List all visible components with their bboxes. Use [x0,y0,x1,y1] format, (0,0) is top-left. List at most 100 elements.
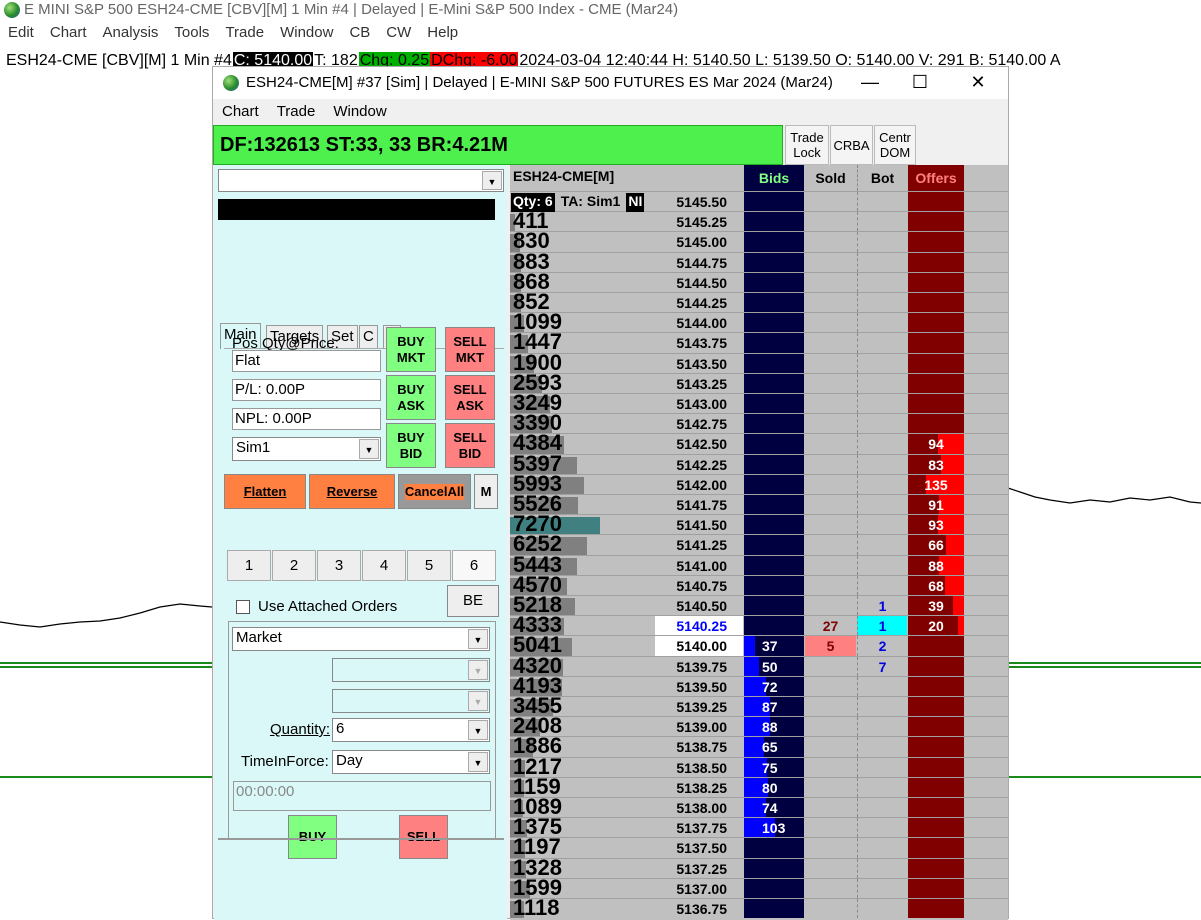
offer-cell[interactable] [908,717,964,737]
bid-cell[interactable] [744,373,804,393]
center-dom-button[interactable]: Centr DOM [874,125,916,165]
trade-lock-button[interactable]: Trade Lock [785,125,829,165]
bid-cell[interactable] [744,515,804,535]
price-cell[interactable]: 5137.50 [655,838,743,857]
offer-cell[interactable] [908,878,964,898]
bid-cell[interactable] [744,616,804,636]
bid-cell[interactable] [744,353,804,373]
qty-preset-4[interactable]: 4 [362,550,406,581]
offer-cell[interactable]: 88 [908,555,964,575]
offer-cell[interactable]: 91 [908,495,964,515]
bid-cell[interactable] [744,575,804,595]
dom-menu-window[interactable]: Window [324,101,395,125]
offer-cell[interactable] [908,899,964,919]
bid-cell[interactable]: 74 [744,798,804,818]
maximize-button[interactable]: ☐ [897,67,943,99]
bid-cell[interactable] [744,495,804,515]
bid-cell[interactable] [744,555,804,575]
qty-preset-2[interactable]: 2 [272,550,316,581]
bid-cell[interactable] [744,434,804,454]
offer-cell[interactable] [908,212,964,232]
depth-of-market-ladder[interactable]: ESH24-CME[M] Bids Sold Bot Offers 5145.5… [510,165,1008,920]
offer-cell[interactable] [908,192,964,212]
price-cell[interactable]: 5138.50 [655,758,743,777]
offer-cell[interactable] [908,394,964,414]
price-cell[interactable]: 5138.00 [655,798,743,817]
price-cell[interactable]: 5145.50 [655,192,743,211]
offer-cell[interactable] [908,858,964,878]
offer-cell[interactable] [908,798,964,818]
symbol-select[interactable]: ▼ [218,169,504,192]
price-cell[interactable]: 5136.75 [655,899,743,918]
offer-cell[interactable]: 20 [908,616,964,636]
price-cell[interactable]: 5145.00 [655,232,743,251]
bid-cell[interactable] [744,878,804,898]
offer-cell[interactable] [908,757,964,777]
price-cell[interactable]: 5137.25 [655,859,743,878]
buy-ask-button[interactable]: BUY ASK [386,375,436,420]
bid-cell[interactable]: 103 [744,818,804,838]
offer-cell[interactable] [908,313,964,333]
sell-button[interactable]: SELL [399,815,448,859]
offer-cell[interactable]: 135 [908,474,964,494]
sell-bid-button[interactable]: SELL BID [445,423,495,468]
buy-market-button[interactable]: BUY MKT [386,327,436,372]
price2-select[interactable]: ▼ [332,689,490,713]
buy-bid-button[interactable]: BUY BID [386,423,436,468]
minimize-button[interactable]: — [847,67,893,99]
price-cell[interactable]: 5137.75 [655,818,743,837]
price-cell[interactable]: 5139.75 [655,657,743,676]
offer-cell[interactable] [908,333,964,353]
offer-cell[interactable]: 93 [908,515,964,535]
bid-cell[interactable]: 37 [744,636,804,656]
bid-cell[interactable]: 87 [744,697,804,717]
price-select[interactable]: ▼ [332,658,490,682]
bid-cell[interactable] [744,858,804,878]
price-cell[interactable]: 5140.25 [655,616,743,636]
price-cell[interactable]: 5144.00 [655,313,743,332]
offer-cell[interactable] [908,636,964,656]
bid-cell[interactable] [744,394,804,414]
m-button[interactable]: M [474,474,498,509]
bid-cell[interactable]: 65 [744,737,804,757]
bid-cell[interactable] [744,232,804,252]
bid-cell[interactable] [744,313,804,333]
time-field[interactable]: 00:00:00 [233,781,491,811]
bid-cell[interactable] [744,596,804,616]
offer-cell[interactable] [908,232,964,252]
offer-cell[interactable] [908,272,964,292]
price-cell[interactable]: 5143.75 [655,333,743,352]
bid-cell[interactable]: 72 [744,676,804,696]
sell-market-button[interactable]: SELL MKT [445,327,495,372]
qty-preset-6[interactable]: 6 [452,550,496,581]
price-cell[interactable]: 5139.50 [655,677,743,696]
price-cell[interactable]: 5145.25 [655,212,743,231]
attached-orders-checkbox[interactable] [236,600,250,614]
offer-cell[interactable] [908,777,964,797]
price-cell[interactable]: 5142.50 [655,434,743,453]
price-cell[interactable]: 5142.75 [655,414,743,433]
tif-select[interactable]: Day ▼ [332,750,490,774]
offer-cell[interactable] [908,353,964,373]
qty-preset-1[interactable]: 1 [227,550,271,581]
bid-cell[interactable] [744,252,804,272]
offer-cell[interactable]: 94 [908,434,964,454]
bid-cell[interactable]: 50 [744,656,804,676]
offer-cell[interactable] [908,818,964,838]
bid-cell[interactable] [744,333,804,353]
price-cell[interactable]: 5141.00 [655,556,743,575]
tab-c[interactable]: C [359,325,378,349]
bid-cell[interactable] [744,454,804,474]
offer-cell[interactable] [908,737,964,757]
sell-ask-button[interactable]: SELL ASK [445,375,495,420]
offer-cell[interactable]: 66 [908,535,964,555]
bid-cell[interactable] [744,899,804,919]
price-cell[interactable]: 5138.75 [655,737,743,756]
offer-cell[interactable] [908,697,964,717]
bid-cell[interactable] [744,414,804,434]
crba-button[interactable]: CRBA [830,125,873,165]
close-button[interactable]: ✕ [955,67,1001,99]
offer-cell[interactable] [908,838,964,858]
reverse-button[interactable]: Reverse [309,474,395,509]
price-cell[interactable]: 5141.50 [655,515,743,534]
